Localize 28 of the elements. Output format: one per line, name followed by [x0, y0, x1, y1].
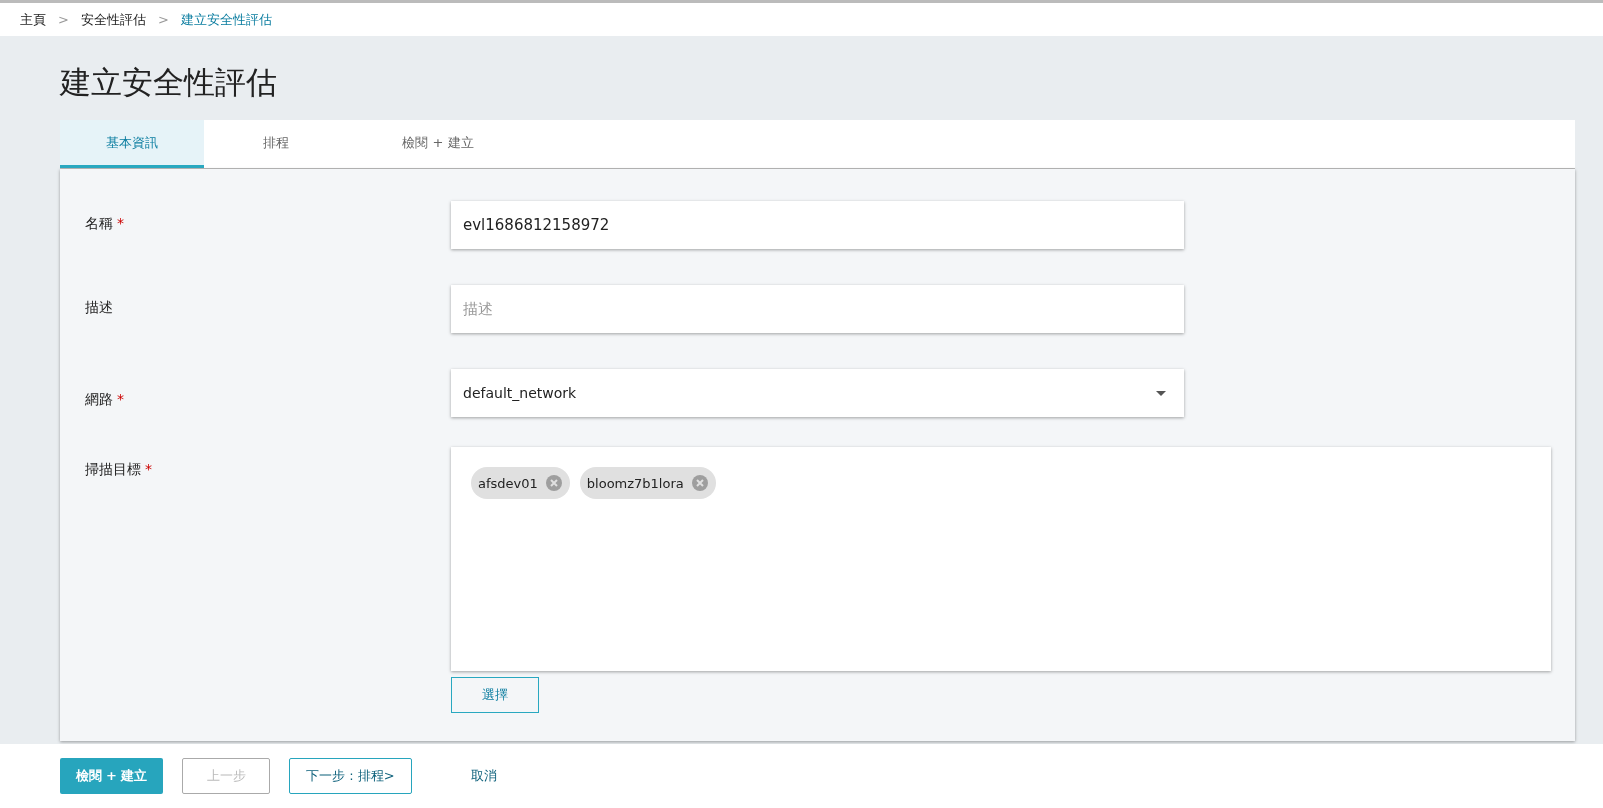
breadcrumb-separator: >	[58, 12, 69, 27]
select-button[interactable]: 選擇	[451, 677, 539, 713]
target-chip[interactable]: bloomz7b1lora	[579, 467, 716, 499]
text-field[interactable]: 描述	[451, 285, 1184, 333]
remove-icon[interactable]	[691, 475, 708, 491]
footer-button[interactable]: 下一步 : 排程>	[289, 758, 412, 794]
breadcrumb-link[interactable]: 安全性評估	[80, 10, 146, 29]
page-title: 建立安全性評估	[60, 63, 278, 102]
breadcrumb-link[interactable]: 主頁	[20, 10, 46, 29]
breadcrumb-link[interactable]: 建立安全性評估	[180, 10, 272, 29]
dropdown[interactable]: default_network	[451, 369, 1184, 417]
breadcrumb-separator: >	[157, 12, 169, 27]
remove-icon[interactable]	[545, 475, 562, 491]
required-mark: *	[117, 391, 124, 407]
caret-icon	[1156, 390, 1166, 396]
text-field[interactable]: evl1686812158972	[451, 201, 1184, 249]
tab[interactable]: 排程	[204, 120, 348, 168]
field-label: 名稱	[85, 215, 113, 231]
target-chip[interactable]: afsdev01	[471, 467, 570, 499]
target-box[interactable]: afsdev01 bloomz7b1lora	[451, 447, 1551, 671]
field-label: 掃描目標	[85, 461, 141, 477]
required-mark: *	[117, 215, 124, 231]
required-mark: *	[145, 461, 152, 477]
field-label: 描述	[85, 299, 113, 315]
field-label: 網路	[85, 391, 113, 407]
cancel-link[interactable]: 取消	[454, 758, 513, 794]
tab[interactable]: 檢閱 + 建立	[348, 120, 528, 168]
tab[interactable]: 基本資訊	[60, 120, 204, 168]
